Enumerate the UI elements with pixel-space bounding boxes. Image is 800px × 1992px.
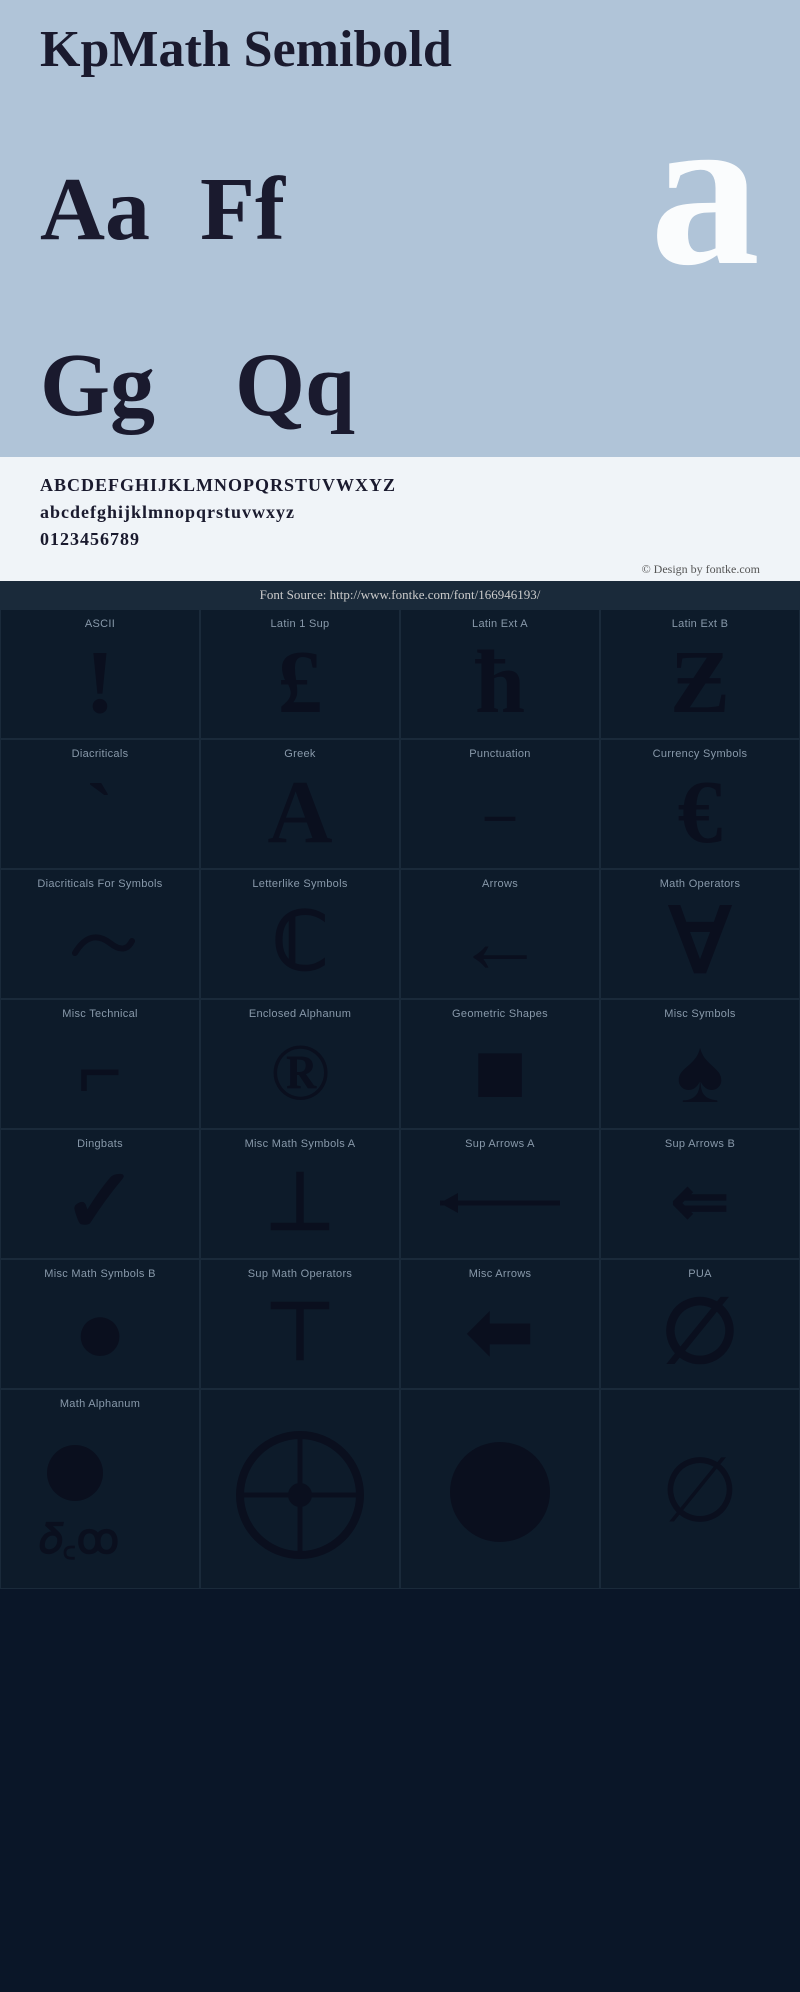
glyph-symbol-misc-arrows: ⬅ — [405, 1284, 595, 1382]
svg-text:𝛿꜀ꝏ: 𝛿꜀ꝏ — [39, 1517, 119, 1563]
glyph-symbol-sup-math-op: ⊤ — [205, 1284, 395, 1382]
glyph-label-sup-arrows-a: Sup Arrows A — [465, 1138, 535, 1150]
glyph-symbol-enc-alpha: ® — [205, 1024, 395, 1122]
glyph-cell-arrows: Arrows ← — [400, 869, 600, 999]
glyph-label-misc-arrows: Misc Arrows — [469, 1268, 532, 1280]
glyph-symbol-math-alpha: 𝛿꜀ꝏ — [5, 1414, 195, 1582]
glyph-cell-misc-tech: Misc Technical ⌐ — [0, 999, 200, 1129]
glyph-cell-enc-alpha: Enclosed Alphanum ® — [200, 999, 400, 1129]
glyph-cell-math-alpha: Math Alphanum 𝛿꜀ꝏ — [0, 1389, 200, 1589]
glyph-symbol-letterlike: ℂ — [205, 894, 395, 992]
glyph-cell-diacrit: Diacriticals ` — [0, 739, 200, 869]
glyph-symbol-punct: – — [405, 764, 595, 862]
glyph-symbol-currency: € — [605, 764, 795, 862]
glyph-label-misc-sym: Misc Symbols — [664, 1008, 735, 1020]
glyph-cell-dingbats: Dingbats ✓ — [0, 1129, 200, 1259]
glyph-symbol-diacrit-sym — [5, 894, 195, 992]
glyph-label-punct: Punctuation — [469, 748, 530, 760]
glyph-cell-geo-shapes: Geometric Shapes ■ — [400, 999, 600, 1129]
glyph-cell-sup-arrows-a: Sup Arrows A — [400, 1129, 600, 1259]
glyph-cell-sup-arrows-b: Sup Arrows B ⇐ — [600, 1129, 800, 1259]
glyph-label-latinextb: Latin Ext B — [672, 618, 729, 630]
glyph-label-latin1: Latin 1 Sup — [271, 618, 330, 630]
glyph-symbol-large-dot — [405, 1402, 595, 1582]
glyph-cell-empty4: ∅ — [600, 1389, 800, 1589]
source-line: Font Source: http://www.fontke.com/font/… — [0, 581, 800, 609]
digits: 0123456789 — [40, 526, 760, 553]
glyph-cell-misc-math-b: Misc Math Symbols B ● — [0, 1259, 200, 1389]
glyph-cell-mathop: Math Operators ∀ — [600, 869, 800, 999]
alphabet-lower: abcdefghijklmnopqrstuvwxyz — [40, 499, 760, 526]
glyph-symbol-ascii: ! — [5, 634, 195, 732]
glyph-cell-diacrit-sym: Diacriticals For Symbols — [0, 869, 200, 999]
glyph-cell-greek: Greek Α — [200, 739, 400, 869]
glyph-label-sup-math-op: Sup Math Operators — [248, 1268, 352, 1280]
letter-pair-gg: Gg — [40, 334, 155, 437]
glyph-symbol-misc-math-b: ● — [5, 1284, 195, 1382]
glyph-label-misc-math-b: Misc Math Symbols B — [44, 1268, 155, 1280]
glyph-label-pua: PUA — [688, 1268, 712, 1280]
glyph-symbol-arrows: ← — [405, 894, 595, 992]
glyph-symbol-geo-shapes: ■ — [405, 1024, 595, 1122]
glyph-cell-currency: Currency Symbols € — [600, 739, 800, 869]
glyph-symbol-greek: Α — [205, 764, 395, 862]
glyph-cell-misc-math-a: Misc Math Symbols A ⊥ — [200, 1129, 400, 1259]
glyph-cell-latinexta: Latin Ext A ħ — [400, 609, 600, 739]
glyph-cell-punct: Punctuation – — [400, 739, 600, 869]
letter-pair-qq: Qq — [235, 334, 355, 437]
glyph-cell-latin1: Latin 1 Sup £ — [200, 609, 400, 739]
glyph-cell-misc-arrows: Misc Arrows ⬅ — [400, 1259, 600, 1389]
glyph-label-currency: Currency Symbols — [653, 748, 748, 760]
alphabet-upper: ABCDEFGHIJKLMNOPQRSTUVWXYZ — [40, 472, 760, 499]
font-title: KpMath Semibold — [40, 20, 760, 79]
glyph-symbol-empty4: ∅ — [605, 1402, 795, 1582]
glyph-symbol-latinextb: Ƶ — [605, 634, 795, 732]
glyph-label-dingbats: Dingbats — [77, 1138, 123, 1150]
glyph-label-geo-shapes: Geometric Shapes — [452, 1008, 548, 1020]
glyph-symbol-latinexta: ħ — [405, 634, 595, 732]
credit-line: © Design by fontke.com — [0, 558, 800, 581]
glyph-label-diacrit-sym: Diacriticals For Symbols — [37, 878, 162, 890]
glyph-cell-letterlike: Letterlike Symbols ℂ — [200, 869, 400, 999]
glyph-cell-sup-math-op: Sup Math Operators ⊤ — [200, 1259, 400, 1389]
glyph-cell-misc-sym: Misc Symbols ♠ — [600, 999, 800, 1129]
letter-large-bg: a — [650, 89, 760, 299]
glyph-symbol-diacrit: ` — [5, 764, 195, 862]
glyph-grid: ASCII ! Latin 1 Sup £ Latin Ext A ħ Lati… — [0, 609, 800, 1589]
glyph-label-ascii: ASCII — [85, 618, 115, 630]
glyph-label-latinexta: Latin Ext A — [472, 618, 528, 630]
glyph-label-greek: Greek — [284, 748, 315, 760]
glyph-symbol-misc-tech: ⌐ — [5, 1024, 195, 1122]
glyph-symbol-sup-arrows-b: ⇐ — [605, 1154, 795, 1252]
glyph-symbol-misc-sym: ♠ — [605, 1024, 795, 1122]
glyph-symbol-large-circle — [205, 1402, 395, 1582]
glyph-cell-pua: PUA ∅ — [600, 1259, 800, 1389]
glyph-symbol-misc-math-a: ⊥ — [205, 1154, 395, 1252]
glyph-label-math-alpha: Math Alphanum — [60, 1398, 140, 1410]
glyph-symbol-latin1: £ — [205, 634, 395, 732]
glyph-symbol-sup-arrows-a — [405, 1154, 595, 1252]
glyph-label-enc-alpha: Enclosed Alphanum — [249, 1008, 351, 1020]
glyph-label-misc-tech: Misc Technical — [62, 1008, 138, 1020]
letter-pair-aa: Aa — [40, 158, 150, 261]
glyph-symbol-dingbats: ✓ — [5, 1154, 195, 1252]
glyph-label-arrows: Arrows — [482, 878, 518, 890]
glyph-label-misc-math-a: Misc Math Symbols A — [245, 1138, 356, 1150]
glyph-cell-large-dot — [400, 1389, 600, 1589]
glyph-label-sup-arrows-b: Sup Arrows B — [665, 1138, 735, 1150]
glyph-label-mathop: Math Operators — [660, 878, 741, 890]
glyph-label-letterlike: Letterlike Symbols — [252, 878, 347, 890]
letter-pair-ff: Ff — [200, 158, 285, 261]
glyph-symbol-pua: ∅ — [605, 1284, 795, 1382]
glyph-cell-latinextb: Latin Ext B Ƶ — [600, 609, 800, 739]
glyph-cell-large-circle — [200, 1389, 400, 1589]
glyph-label-diacrit: Diacriticals — [72, 748, 129, 760]
glyph-symbol-mathop: ∀ — [605, 894, 795, 992]
glyph-cell-ascii: ASCII ! — [0, 609, 200, 739]
